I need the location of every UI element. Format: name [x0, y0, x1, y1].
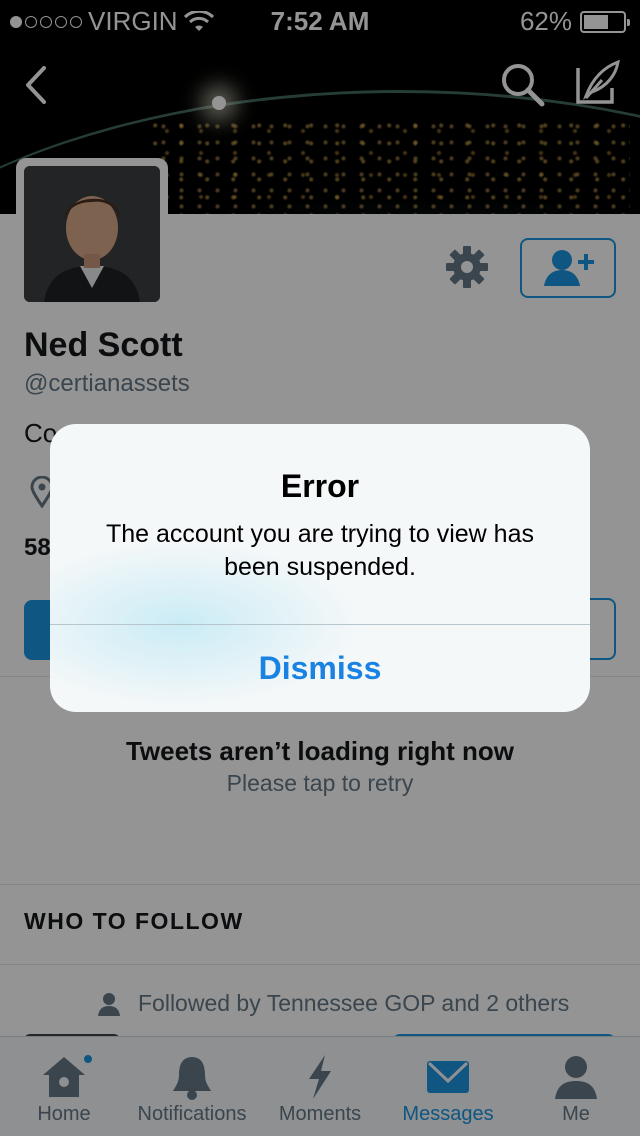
dismiss-button[interactable]: Dismiss [50, 625, 590, 712]
alert-message: The account you are trying to view has b… [105, 520, 534, 581]
error-alert-dialog: Error The account you are trying to view… [50, 424, 590, 712]
alert-title: Error [280, 468, 360, 504]
